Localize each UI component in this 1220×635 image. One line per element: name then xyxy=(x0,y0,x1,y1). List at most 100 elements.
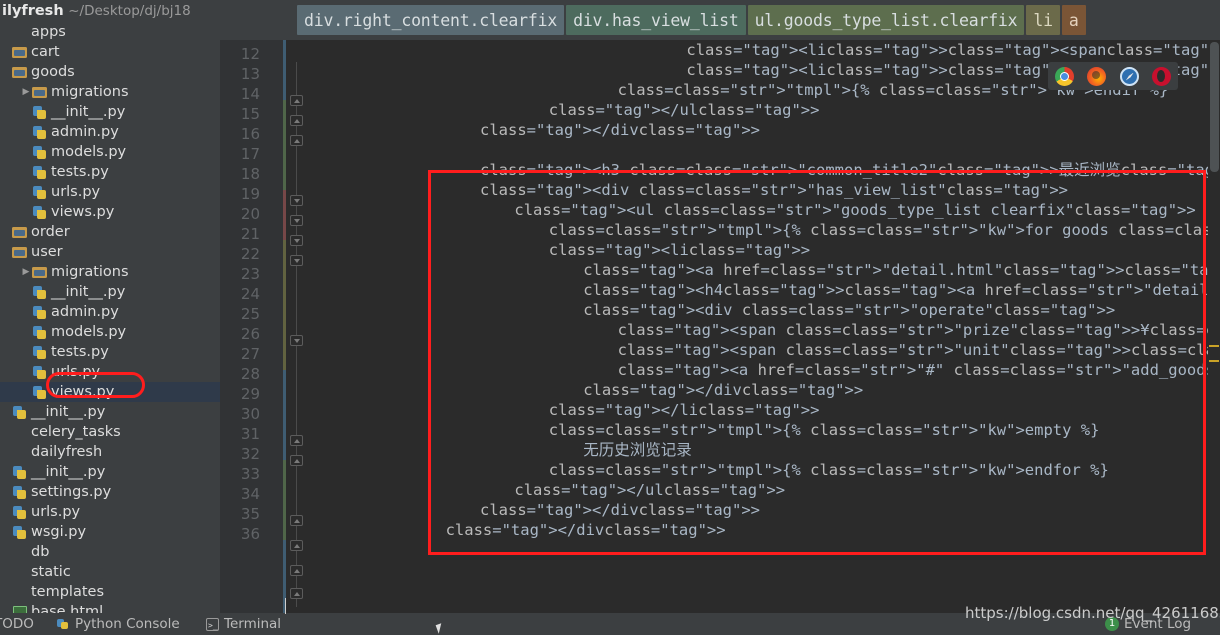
fold-marker-icon[interactable] xyxy=(290,235,303,246)
code-line[interactable]: 无历史浏览记录 xyxy=(308,440,1220,460)
code-line[interactable]: class="tag"><ul class=class="str">"goods… xyxy=(308,200,1220,220)
code-line[interactable]: class="tag"></liclass="tag">> xyxy=(308,400,1220,420)
fold-marker-icon[interactable] xyxy=(290,455,303,466)
code-line[interactable]: class="tag"><div class=class="str">"oper… xyxy=(308,300,1220,320)
code-line[interactable]: class="tag"><h4class="tag">>class="tag">… xyxy=(308,280,1220,300)
sidebar-item-tests-py[interactable]: tests.py xyxy=(0,342,220,362)
pycharm-window: ilyfresh ~/Desktop/dj/bj18 apps cart goods… xyxy=(0,0,1220,635)
editor-scrollbar[interactable] xyxy=(1208,40,1220,613)
code-editor[interactable]: 12 13 14 15 16 17 18 19 20 21 22 23 24 25 26 27 28 29 30 31… xyxy=(220,40,1220,613)
sidebar-item-label: __init__.py xyxy=(51,104,126,120)
fold-marker-icon[interactable] xyxy=(290,215,303,226)
sidebar-item-static[interactable]: static xyxy=(0,562,220,582)
sidebar-item-label: static xyxy=(31,564,71,580)
project-tree-panel[interactable]: apps cart goods ▶ migrations __init__.py admin… xyxy=(0,22,220,613)
scrollbar-thumb[interactable] xyxy=(1210,42,1219,172)
fold-marker-icon[interactable] xyxy=(290,588,303,599)
expand-arrow-icon[interactable]: ▶ xyxy=(20,262,32,282)
code-line[interactable] xyxy=(308,140,1220,160)
code-content[interactable]: class="tag"><liclass="tag">>class="tag">… xyxy=(308,40,1220,613)
sidebar-item-migrations[interactable]: ▶ migrations xyxy=(0,82,220,102)
breadcrumb-item-4[interactable]: a xyxy=(1061,5,1086,35)
code-line[interactable]: class="tag"><div class=class="str">"has_… xyxy=(308,180,1220,200)
code-line[interactable]: class="tag"><liclass="tag">>class="tag">… xyxy=(308,40,1220,60)
sidebar-item-celery-tasks[interactable]: celery_tasks xyxy=(0,422,220,442)
code-line[interactable]: class=class="str">"tmpl">{% class=class=… xyxy=(308,460,1220,480)
code-line[interactable]: class="tag"><h3 class=class="str">"commo… xyxy=(308,160,1220,180)
sidebar-item-goods[interactable]: goods xyxy=(0,62,220,82)
sidebar-item-cart[interactable]: cart xyxy=(0,42,220,62)
code-line[interactable]: class="tag"><liclass="tag">> xyxy=(308,240,1220,260)
sidebar-item-settings-py[interactable]: settings.py xyxy=(0,482,220,502)
breadcrumb-item-1[interactable]: div.has_view_list xyxy=(566,5,746,35)
code-line[interactable]: class="tag"></ulclass="tag">> xyxy=(308,480,1220,500)
chrome-browser-icon[interactable] xyxy=(1054,66,1074,86)
sidebar-item-admin-py[interactable]: admin.py xyxy=(0,302,220,322)
tool-button-terminal[interactable]: Terminal xyxy=(206,613,281,635)
fold-marker-icon[interactable] xyxy=(290,115,303,126)
code-line[interactable]: class="tag"></divclass="tag">> xyxy=(308,120,1220,140)
sidebar-item--init-py[interactable]: __init__.py xyxy=(0,462,220,482)
sidebar-item--init-py[interactable]: __init__.py xyxy=(0,402,220,422)
code-line[interactable]: class="tag"><a href=class="str">"detail.… xyxy=(308,260,1220,280)
tool-button-python-console[interactable]: Python Console xyxy=(57,613,180,635)
sidebar-item-admin-py[interactable]: admin.py xyxy=(0,122,220,142)
opera-browser-icon[interactable] xyxy=(1152,66,1172,86)
fold-marker-icon[interactable] xyxy=(290,255,303,266)
sidebar-item-urls-py[interactable]: urls.py xyxy=(0,502,220,522)
fold-marker-icon[interactable] xyxy=(290,565,303,576)
sidebar-item-templates[interactable]: templates xyxy=(0,582,220,602)
sidebar-item-user[interactable]: user xyxy=(0,242,220,262)
sidebar-item-db[interactable]: db xyxy=(0,542,220,562)
code-line[interactable]: class=class="str">"tmpl">{% class=class=… xyxy=(308,220,1220,240)
firefox-browser-icon[interactable] xyxy=(1087,66,1107,86)
sidebar-item-tests-py[interactable]: tests.py xyxy=(0,162,220,182)
expand-arrow-icon[interactable]: ▶ xyxy=(20,82,32,102)
sidebar-item-label: __init__.py xyxy=(31,404,106,420)
open-in-browser-popup[interactable] xyxy=(1048,62,1178,90)
sidebar-item-label: tests.py xyxy=(51,344,109,360)
code-line[interactable]: class="tag"><span class=class="str">"pri… xyxy=(308,320,1220,340)
fold-marker-icon[interactable] xyxy=(290,95,303,106)
python-file-icon xyxy=(32,364,48,380)
code-line[interactable]: class="tag"></divclass="tag">> xyxy=(308,500,1220,520)
sidebar-item-order[interactable]: order xyxy=(0,222,220,242)
sidebar-item-label: admin.py xyxy=(51,124,119,140)
sidebar-item-models-py[interactable]: models.py xyxy=(0,142,220,162)
code-line[interactable]: class="tag"></divclass="tag">> xyxy=(308,520,1220,540)
scroll-marker[interactable] xyxy=(1209,360,1219,362)
sidebar-item-label: base.html xyxy=(31,604,104,613)
tool-button-todo[interactable]: TODO xyxy=(0,613,34,635)
sidebar-item--init-py[interactable]: __init__.py xyxy=(0,102,220,122)
fold-marker-icon[interactable] xyxy=(290,335,303,346)
sidebar-item-views-py[interactable]: views.py xyxy=(0,202,220,222)
fold-marker-icon[interactable] xyxy=(290,435,303,446)
breadcrumb-item-0[interactable]: div.right_content.clearfix xyxy=(297,5,565,35)
fold-marker-icon[interactable] xyxy=(290,135,303,146)
sidebar-item-dailyfresh[interactable]: dailyfresh xyxy=(0,442,220,462)
code-line[interactable]: class="tag"><a href=class="str">"#" clas… xyxy=(308,360,1220,380)
sidebar-item-apps[interactable]: apps xyxy=(0,22,220,42)
sidebar-item-wsgi-py[interactable]: wsgi.py xyxy=(0,522,220,542)
sidebar-item-urls-py[interactable]: urls.py xyxy=(0,182,220,202)
code-fold-column[interactable] xyxy=(286,40,308,613)
text-caret xyxy=(285,598,286,614)
breadcrumb[interactable]: div.right_content.clearfix div.has_view_l… xyxy=(297,5,1086,35)
fold-marker-icon[interactable] xyxy=(290,195,303,206)
fold-marker-icon[interactable] xyxy=(290,515,303,526)
sidebar-item--init-py[interactable]: __init__.py xyxy=(0,282,220,302)
sidebar-item-migrations[interactable]: ▶ migrations xyxy=(0,262,220,282)
scroll-marker[interactable] xyxy=(1209,345,1219,347)
safari-browser-icon[interactable] xyxy=(1119,66,1139,86)
python-file-icon xyxy=(32,104,48,120)
sidebar-item-models-py[interactable]: models.py xyxy=(0,322,220,342)
sidebar-item-label: goods xyxy=(31,64,75,80)
breadcrumb-item-3[interactable]: li xyxy=(1026,5,1060,35)
code-line[interactable]: class="tag"></ulclass="tag">> xyxy=(308,100,1220,120)
code-line[interactable]: class="tag"></divclass="tag">> xyxy=(308,380,1220,400)
code-line[interactable]: class="tag"><span class=class="str">"uni… xyxy=(308,340,1220,360)
code-line[interactable]: class=class="str">"tmpl">{% class=class=… xyxy=(308,420,1220,440)
fold-marker-icon[interactable] xyxy=(290,540,303,551)
breadcrumb-item-2[interactable]: ul.goods_type_list.clearfix xyxy=(747,5,1025,35)
sidebar-item-base-html[interactable]: base.html xyxy=(0,602,220,613)
